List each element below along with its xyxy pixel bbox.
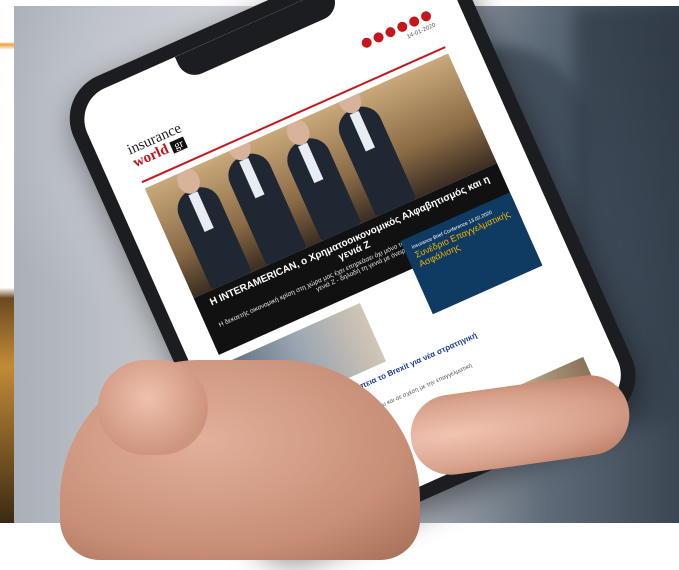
linkedin-icon[interactable]	[383, 25, 398, 39]
youtube-icon[interactable]	[395, 20, 409, 34]
rss-icon[interactable]	[419, 9, 433, 23]
left-edge-strip	[0, 0, 14, 523]
finger	[98, 360, 208, 455]
twitter-icon[interactable]	[371, 30, 386, 45]
facebook-icon[interactable]	[360, 36, 374, 50]
logo-text-gr: gr	[169, 136, 189, 154]
instagram-icon[interactable]	[407, 14, 421, 29]
